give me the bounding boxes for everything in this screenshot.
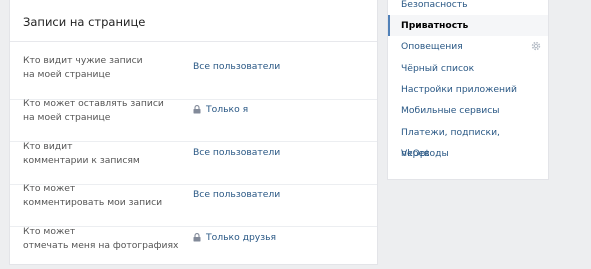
row-label: Кто может отмечать меня на фотографиях bbox=[23, 225, 193, 253]
label-line-2: отмечать меня на фотографиях bbox=[23, 240, 179, 251]
row-label: Кто видит чужие записи на моей странице bbox=[23, 54, 193, 82]
label-line-2: на моей странице bbox=[23, 69, 111, 80]
row-label: Кто может оставлять записи на моей стран… bbox=[23, 97, 193, 125]
privacy-value-dropdown[interactable]: Все пользователи bbox=[193, 61, 280, 72]
label-line-2: на моей странице bbox=[23, 112, 111, 123]
sidebar-item-payments[interactable]: Платежи, подписки, переводы bbox=[388, 122, 548, 159]
privacy-value-dropdown[interactable]: Все пользователи bbox=[193, 147, 280, 158]
privacy-value-label[interactable]: Все пользователи bbox=[193, 61, 280, 72]
sidebar-item-vkopt[interactable]: VkOpt bbox=[388, 143, 548, 164]
label-line-1: Кто может bbox=[23, 226, 76, 237]
lock-icon bbox=[193, 233, 201, 242]
setting-row-who-can-comment: Кто может комментировать мои записи Все … bbox=[10, 182, 377, 226]
row-label: Кто видит комментарии к записям bbox=[23, 140, 193, 168]
setting-row-view-comments: Кто видит комментарии к записям Все поль… bbox=[10, 140, 377, 184]
setting-row-photo-tags: Кто может отмечать меня на фотографиях Т… bbox=[10, 225, 377, 269]
row-label: Кто может комментировать мои записи bbox=[23, 182, 193, 210]
privacy-value-dropdown[interactable]: Только друзья bbox=[193, 232, 276, 243]
sidebar-item-blacklist[interactable]: Чёрный список bbox=[388, 58, 548, 79]
setting-row-view-others-posts: Кто видит чужие записи на моей странице … bbox=[10, 54, 377, 98]
privacy-value-dropdown[interactable]: Только я bbox=[193, 104, 248, 115]
section-header: Записи на странице bbox=[10, 0, 377, 42]
setting-row-who-can-post: Кто может оставлять записи на моей стран… bbox=[10, 97, 377, 141]
privacy-value-label[interactable]: Все пользователи bbox=[193, 189, 280, 200]
privacy-value-label[interactable]: Только я bbox=[206, 104, 248, 115]
gear-icon[interactable] bbox=[530, 40, 542, 52]
sidebar-item-mobile-services[interactable]: Мобильные сервисы bbox=[388, 100, 548, 121]
privacy-value-label[interactable]: Только друзья bbox=[206, 232, 276, 243]
sidebar-item-app-settings[interactable]: Настройки приложений bbox=[388, 79, 548, 100]
label-line-1: Кто может оставлять записи bbox=[23, 98, 164, 109]
label-line-1: Кто видит чужие записи bbox=[23, 55, 143, 66]
label-line-1: Кто видит bbox=[23, 141, 73, 152]
section-title: Записи на странице bbox=[23, 15, 146, 29]
sidebar-item-notifications[interactable]: Оповещения bbox=[388, 36, 548, 57]
sidebar-item-security[interactable]: Безопасность bbox=[388, 0, 548, 10]
label-line-2: комментировать мои записи bbox=[23, 197, 163, 208]
privacy-value-dropdown[interactable]: Все пользователи bbox=[193, 189, 280, 200]
sidebar-item-label: Оповещения bbox=[401, 41, 463, 52]
privacy-settings-card: Записи на странице Кто видит чужие запис… bbox=[9, 0, 378, 265]
lock-icon bbox=[193, 105, 201, 114]
privacy-value-label[interactable]: Все пользователи bbox=[193, 147, 280, 158]
label-line-1: Кто может bbox=[23, 183, 76, 194]
sidebar-item-privacy[interactable]: Приватность bbox=[388, 15, 548, 36]
label-line-2: комментарии к записям bbox=[23, 155, 140, 166]
settings-sidebar: Безопасность Приватность Оповещения Чёрн… bbox=[387, 0, 549, 180]
